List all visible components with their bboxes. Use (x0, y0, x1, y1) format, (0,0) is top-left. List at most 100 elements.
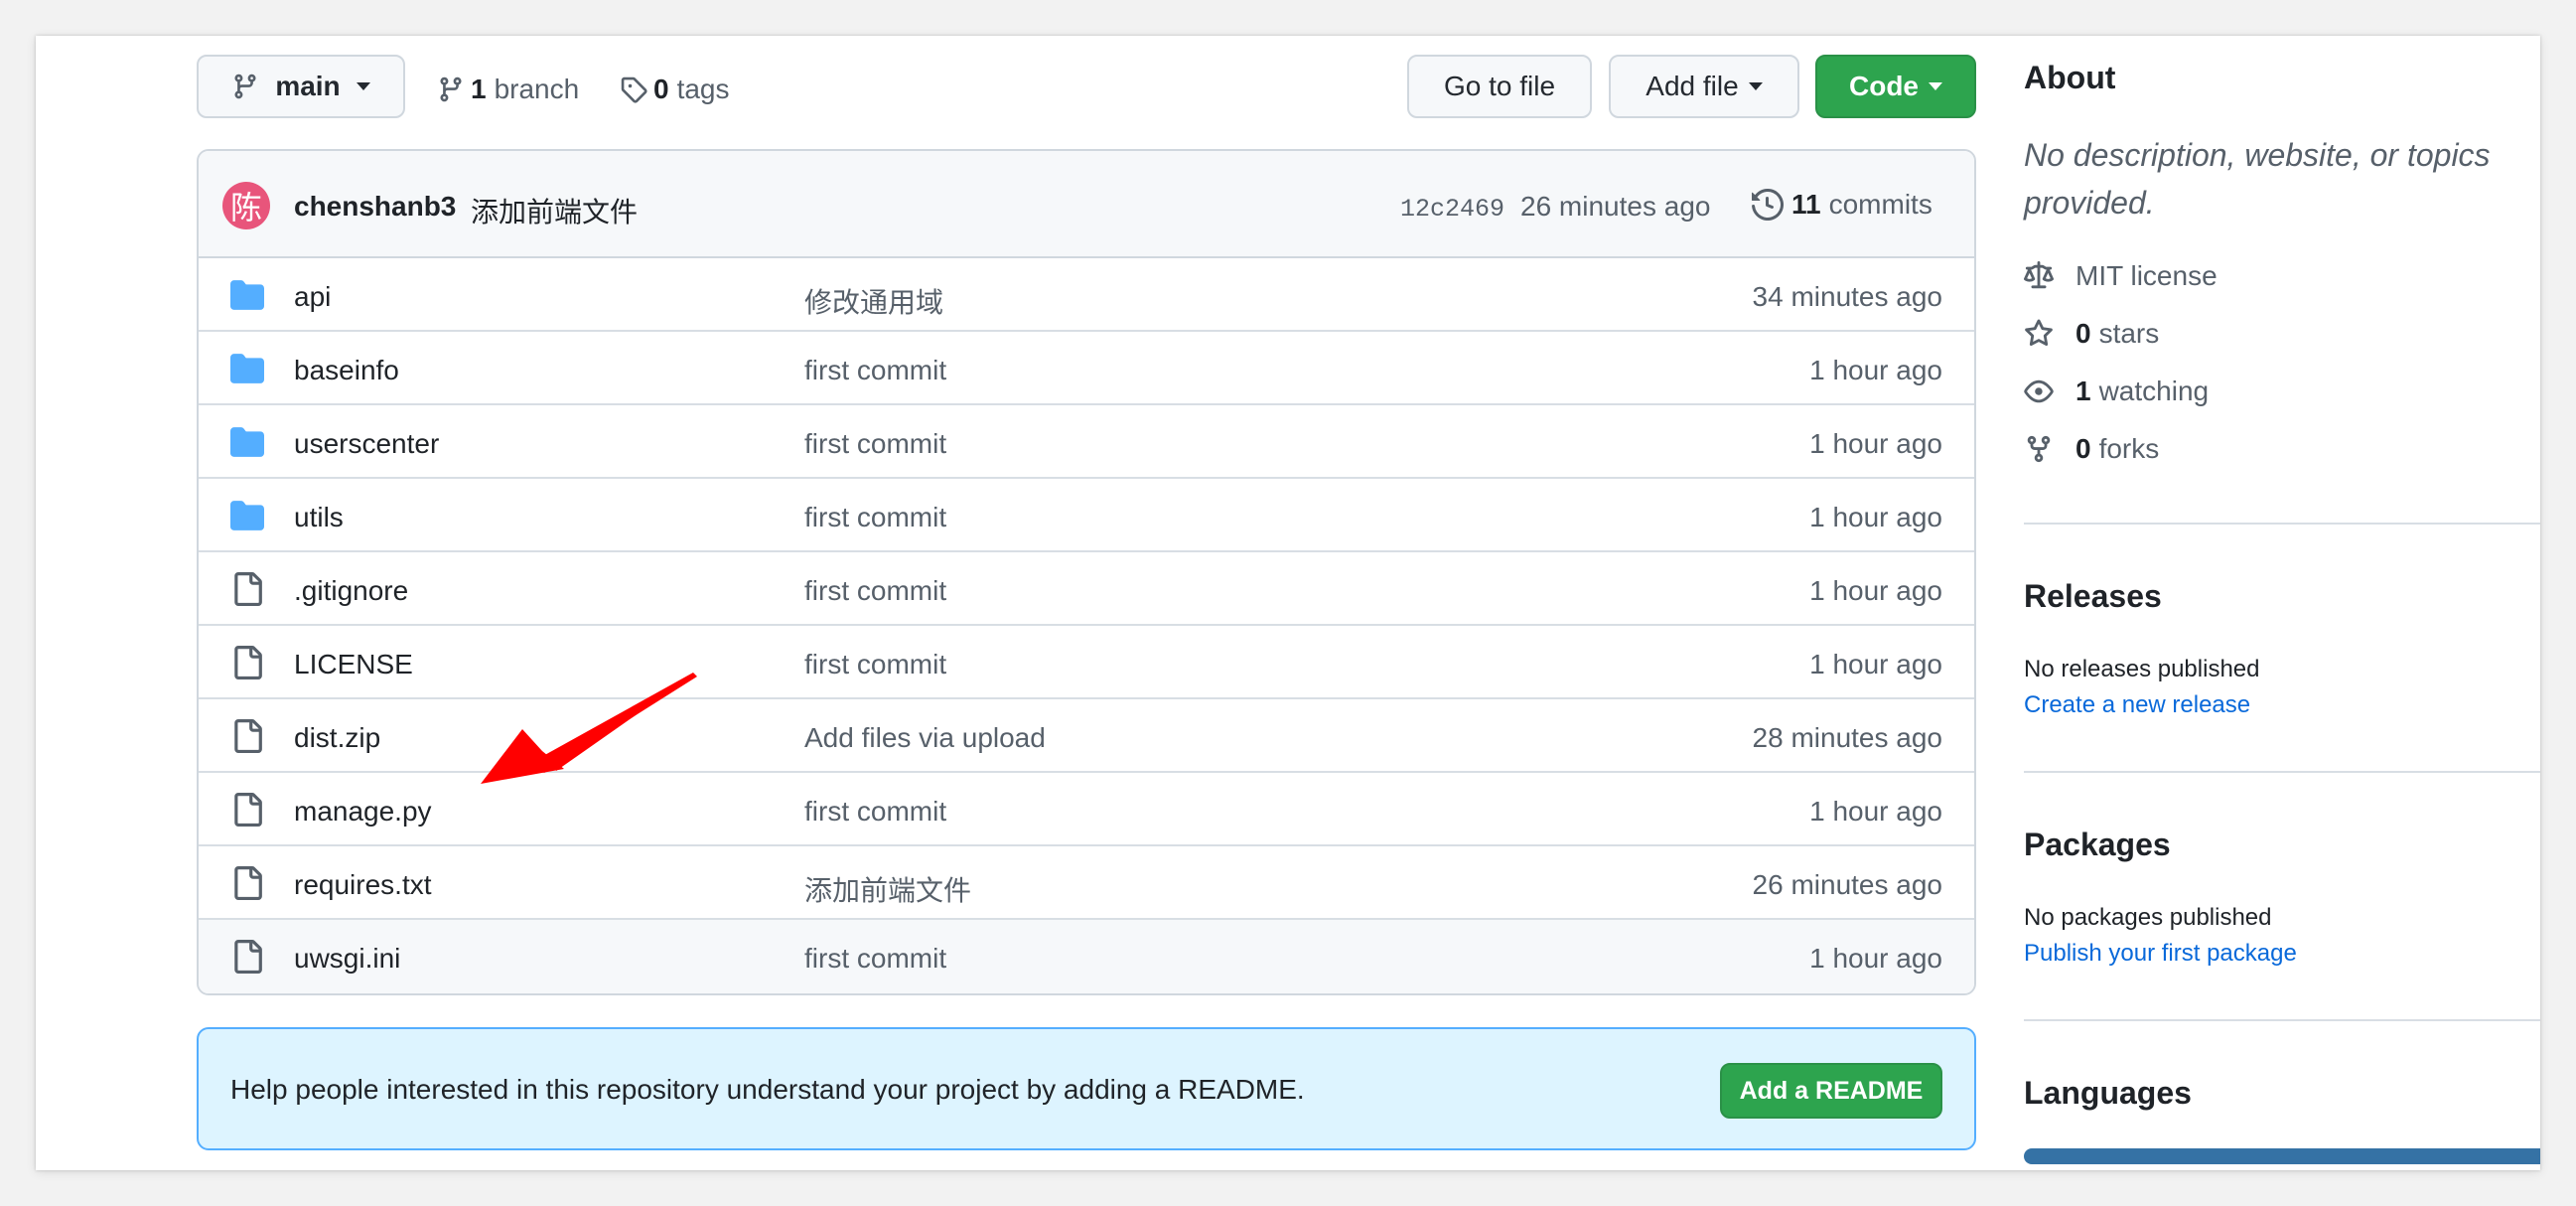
file-row-license[interactable]: LICENSE first commit 1 hour ago (199, 626, 1974, 699)
file-commit-message[interactable]: first commit (804, 943, 946, 975)
file-row-api[interactable]: api 修改通用域 34 minutes ago (199, 258, 1974, 332)
commit-sha[interactable]: 12c2469 (1400, 195, 1504, 224)
publish-package-link[interactable]: Publish your first package (2024, 940, 2297, 968)
branch-selector-button[interactable]: main (197, 55, 405, 118)
file-commit-message[interactable]: first commit (804, 355, 946, 386)
file-row-requires-txt[interactable]: requires.txt 添加前端文件 26 minutes ago (199, 846, 1974, 920)
license-link[interactable]: MIT license (2024, 260, 2218, 292)
add-file-button[interactable]: Add file (1609, 55, 1799, 118)
git-branch-icon (234, 74, 256, 99)
releases-heading[interactable]: Releases (2024, 578, 2162, 615)
watching-count: 1 (2075, 376, 2091, 406)
branch-name: main (275, 71, 341, 101)
file-list: api 修改通用域 34 minutes ago baseinfo first … (199, 258, 1974, 993)
file-commit-message[interactable]: first commit (804, 428, 946, 460)
stars-link[interactable]: 0 stars (2024, 318, 2159, 350)
file-commit-age: 26 minutes ago (1752, 869, 1942, 900)
file-name[interactable]: requires.txt (294, 869, 432, 901)
file-commit-age: 1 hour ago (1809, 502, 1942, 532)
file-row-baseinfo[interactable]: baseinfo first commit 1 hour ago (199, 332, 1974, 405)
law-scale-icon (2024, 261, 2054, 289)
commits-count: 11 (1791, 189, 1821, 220)
file-row-gitignore[interactable]: .gitignore first commit 1 hour ago (199, 552, 1974, 626)
file-icon (234, 793, 262, 827)
avatar[interactable]: 陈 (222, 182, 270, 229)
file-icon (234, 646, 262, 679)
add-readme-button[interactable]: Add a README (1720, 1063, 1942, 1119)
folder-icon (230, 354, 264, 383)
file-name[interactable]: baseinfo (294, 355, 399, 386)
file-commit-message[interactable]: 添加前端文件 (804, 869, 971, 909)
file-commit-message[interactable]: first commit (804, 575, 946, 607)
file-name[interactable]: uwsgi.ini (294, 943, 400, 975)
language-bar (2024, 1148, 2540, 1164)
go-to-file-button[interactable]: Go to file (1407, 55, 1592, 118)
chevron-down-icon (1929, 82, 1942, 90)
file-row-manage-py[interactable]: manage.py first commit 1 hour ago (199, 773, 1974, 846)
chevron-down-icon (356, 82, 370, 90)
stars-label: stars (2098, 318, 2160, 349)
forks-label: forks (2098, 433, 2160, 464)
star-icon (2025, 319, 2053, 347)
file-commit-message[interactable]: first commit (804, 502, 946, 533)
packages-heading[interactable]: Packages (2024, 827, 2171, 863)
file-name[interactable]: dist.zip (294, 722, 380, 754)
commits-link[interactable]: 11 commits (1752, 189, 1932, 221)
file-row-uwsgi-ini[interactable]: uwsgi.ini first commit 1 hour ago (199, 920, 1974, 993)
sidebar-divider (2024, 523, 2540, 525)
releases-note: No releases published (2024, 656, 2260, 682)
about-heading: About (2024, 60, 2116, 95)
sidebar-divider (2024, 1019, 2540, 1021)
file-commit-message[interactable]: Add files via upload (804, 722, 1046, 754)
code-button[interactable]: Code (1815, 55, 1976, 118)
file-icon (234, 719, 262, 753)
git-branch-icon (440, 76, 462, 102)
file-icon (234, 940, 262, 974)
stars-count: 0 (2075, 318, 2091, 349)
file-commit-message[interactable]: 修改通用域 (804, 281, 943, 321)
file-name[interactable]: api (294, 281, 331, 313)
packages-note: No packages published (2024, 904, 2272, 931)
about-description: No description, website, or topics provi… (2024, 137, 2491, 221)
folder-icon (230, 501, 264, 530)
file-commit-age: 1 hour ago (1809, 428, 1942, 459)
add-file-label: Add file (1646, 71, 1739, 101)
repo-sidebar: About No description, website, or topics… (2024, 36, 2540, 1170)
commits-label: commits (1828, 189, 1932, 220)
file-browser: 陈 chenshanb3 添加前端文件 12c2469 26 minutes a… (197, 149, 1976, 995)
branches-count: 1 (471, 74, 487, 104)
commit-author[interactable]: chenshanb3 (294, 191, 456, 223)
file-commit-age: 28 minutes ago (1752, 722, 1942, 753)
tag-icon (621, 76, 647, 103)
file-row-userscenter[interactable]: userscenter first commit 1 hour ago (199, 405, 1974, 479)
commit-message[interactable]: 添加前端文件 (471, 191, 638, 230)
file-commit-age: 1 hour ago (1809, 355, 1942, 385)
file-name[interactable]: manage.py (294, 796, 432, 828)
branches-label: branch (494, 74, 580, 104)
file-row-dist-zip[interactable]: dist.zip Add files via upload 28 minutes… (199, 699, 1974, 773)
eye-icon (2024, 379, 2054, 403)
file-name[interactable]: .gitignore (294, 575, 408, 607)
folder-icon (230, 280, 264, 310)
create-release-link[interactable]: Create a new release (2024, 691, 2250, 719)
tags-link[interactable]: 0 tags (620, 74, 730, 105)
file-commit-message[interactable]: first commit (804, 649, 946, 680)
folder-icon (230, 427, 264, 457)
forks-link[interactable]: 0 forks (2024, 433, 2159, 465)
file-icon (234, 572, 262, 606)
app-window: main 1 branch 0 tags Go to file Add file… (36, 36, 2540, 1170)
file-name[interactable]: LICENSE (294, 649, 413, 680)
commit-time: 26 minutes ago (1520, 191, 1711, 222)
file-row-utils[interactable]: utils first commit 1 hour ago (199, 479, 1974, 552)
file-commit-age: 1 hour ago (1809, 649, 1942, 679)
history-icon (1752, 189, 1784, 221)
branches-link[interactable]: 1 branch (437, 74, 579, 105)
file-name[interactable]: userscenter (294, 428, 439, 460)
code-label: Code (1849, 71, 1919, 101)
file-commit-age: 34 minutes ago (1752, 281, 1942, 312)
file-name[interactable]: utils (294, 502, 344, 533)
file-commit-message[interactable]: first commit (804, 796, 946, 828)
forks-count: 0 (2075, 433, 2091, 464)
sidebar-divider (2024, 771, 2540, 773)
watching-link[interactable]: 1 watching (2024, 376, 2209, 407)
